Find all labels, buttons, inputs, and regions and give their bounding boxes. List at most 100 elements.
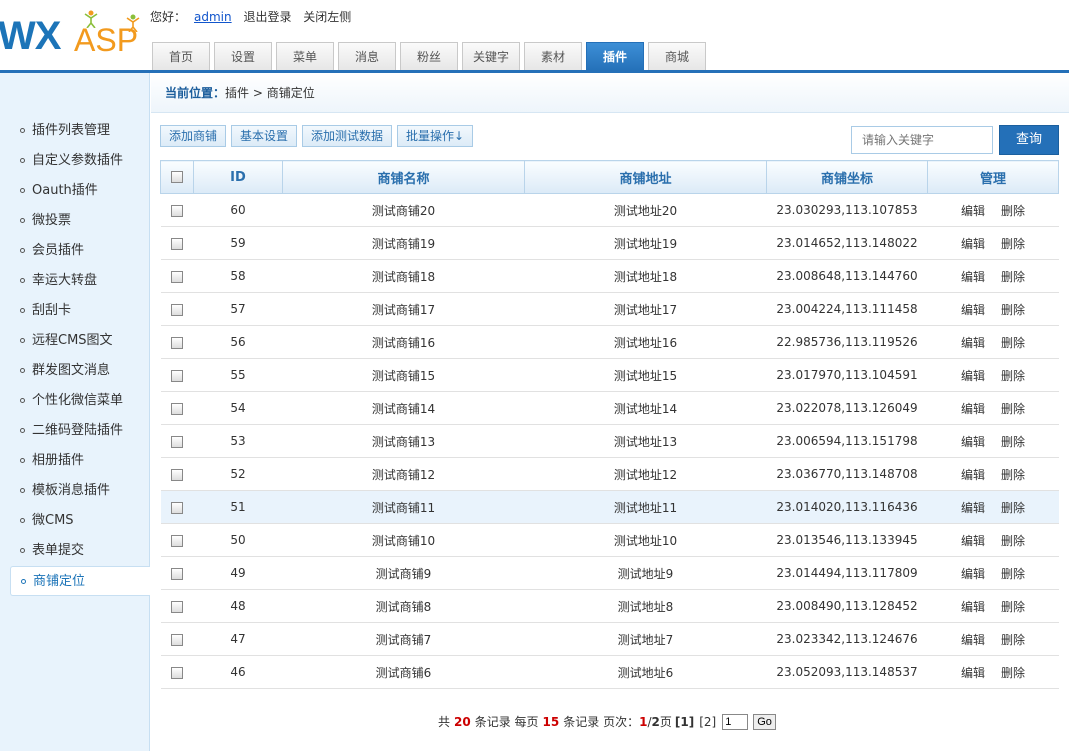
nav-tab[interactable]: 消息 <box>338 42 396 71</box>
edit-link[interactable]: 编辑 <box>961 633 985 647</box>
delete-link[interactable]: 删除 <box>1001 501 1025 515</box>
sidebar-item[interactable]: Oauth插件 <box>0 176 149 206</box>
search-button[interactable]: 查询 <box>999 125 1059 155</box>
nav-tab[interactable]: 关键字 <box>462 42 520 71</box>
row-checkbox[interactable] <box>171 633 183 646</box>
delete-link[interactable]: 删除 <box>1001 204 1025 218</box>
sidebar-item[interactable]: 表单提交 <box>0 536 149 566</box>
table-row: 48 测试商铺8 测试地址8 23.008490,113.128452 编辑 删除 <box>160 589 1059 623</box>
edit-link[interactable]: 编辑 <box>961 666 985 680</box>
delete-link[interactable]: 删除 <box>1001 402 1025 416</box>
delete-link[interactable]: 删除 <box>1001 600 1025 614</box>
delete-link[interactable]: 删除 <box>1001 567 1025 581</box>
nav-tab[interactable]: 设置 <box>214 42 272 71</box>
close-left-link[interactable]: 关闭左侧 <box>303 10 351 24</box>
delete-link[interactable]: 删除 <box>1001 633 1025 647</box>
delete-link[interactable]: 删除 <box>1001 336 1025 350</box>
sidebar-item[interactable]: 群发图文消息 <box>0 356 149 386</box>
cell-address: 测试地址18 <box>524 259 767 293</box>
edit-link[interactable]: 编辑 <box>961 534 985 548</box>
sidebar-item[interactable]: 二维码登陆插件 <box>0 416 149 446</box>
table-row: 56 测试商铺16 测试地址16 22.985736,113.119526 编辑 删除 <box>160 325 1059 359</box>
delete-link[interactable]: 删除 <box>1001 270 1025 284</box>
row-checkbox[interactable] <box>171 270 183 283</box>
edit-link[interactable]: 编辑 <box>961 600 985 614</box>
cell-manage: 编辑 删除 <box>927 622 1059 656</box>
sidebar-item[interactable]: 商铺定位 <box>10 566 150 596</box>
delete-link[interactable]: 删除 <box>1001 435 1025 449</box>
delete-link[interactable]: 删除 <box>1001 303 1025 317</box>
edit-link[interactable]: 编辑 <box>961 468 985 482</box>
row-checkbox[interactable] <box>171 336 183 349</box>
add-shop-button[interactable]: 添加商铺 <box>160 125 227 147</box>
table-row: 49 测试商铺9 测试地址9 23.014494,113.117809 编辑 删除 <box>160 556 1059 590</box>
row-checkbox[interactable] <box>171 501 183 514</box>
sidebar-item[interactable]: 微投票 <box>0 206 149 236</box>
delete-link[interactable]: 删除 <box>1001 534 1025 548</box>
basic-settings-button[interactable]: 基本设置 <box>231 125 298 147</box>
edit-link[interactable]: 编辑 <box>961 237 985 251</box>
sidebar-item-label: 刮刮卡 <box>32 303 72 318</box>
delete-link[interactable]: 删除 <box>1001 237 1025 251</box>
select-all-checkbox[interactable] <box>171 171 183 183</box>
row-checkbox[interactable] <box>171 600 183 613</box>
delete-link[interactable]: 删除 <box>1001 369 1025 383</box>
edit-link[interactable]: 编辑 <box>961 501 985 515</box>
user-link[interactable]: admin <box>194 10 232 24</box>
batch-actions-button[interactable]: 批量操作↓ <box>397 125 474 147</box>
sidebar-item-label: 表单提交 <box>32 543 85 558</box>
row-checkbox[interactable] <box>171 204 183 217</box>
sidebar-item-label: 商铺定位 <box>33 574 86 589</box>
sidebar: 插件列表管理 自定义参数插件 Oauth插件 微投票 会员插件 幸运大转盘刮刮卡远程CMS… <box>0 73 150 751</box>
add-test-data-button[interactable]: 添加测试数据 <box>302 125 393 147</box>
page-link-2[interactable]: [2] <box>699 715 716 729</box>
search-input[interactable] <box>851 126 993 154</box>
edit-link[interactable]: 编辑 <box>961 270 985 284</box>
sidebar-item[interactable]: 个性化微信菜单 <box>0 386 149 416</box>
bullet-icon <box>21 579 26 584</box>
sidebar-item[interactable]: 幸运大转盘 <box>0 266 149 296</box>
sidebar-item[interactable]: 相册插件 <box>0 446 149 476</box>
row-checkbox[interactable] <box>171 237 183 250</box>
sidebar-item[interactable]: 微CMS <box>0 506 149 536</box>
row-checkbox[interactable] <box>171 303 183 316</box>
nav-tab[interactable]: 插件 <box>586 42 644 71</box>
nav-tab[interactable]: 首页 <box>152 42 210 71</box>
bullet-icon <box>20 368 25 373</box>
row-checkbox[interactable] <box>171 567 183 580</box>
sidebar-item[interactable]: 自定义参数插件 <box>0 146 149 176</box>
cell-name: 测试商铺9 <box>282 556 525 590</box>
cell-id: 57 <box>193 292 283 326</box>
nav-tab[interactable]: 商城 <box>648 42 706 71</box>
row-select-cell <box>160 523 194 557</box>
row-checkbox[interactable] <box>171 435 183 448</box>
sidebar-item[interactable]: 插件列表管理 <box>0 116 149 146</box>
edit-link[interactable]: 编辑 <box>961 369 985 383</box>
sidebar-item[interactable]: 远程CMS图文 <box>0 326 149 356</box>
records-per-page: 15 <box>542 714 560 729</box>
edit-link[interactable]: 编辑 <box>961 336 985 350</box>
row-checkbox[interactable] <box>171 369 183 382</box>
go-button[interactable]: Go <box>753 713 776 730</box>
row-checkbox[interactable] <box>171 666 183 679</box>
edit-link[interactable]: 编辑 <box>961 567 985 581</box>
row-checkbox[interactable] <box>171 402 183 415</box>
row-checkbox[interactable] <box>171 534 183 547</box>
edit-link[interactable]: 编辑 <box>961 435 985 449</box>
row-checkbox[interactable] <box>171 468 183 481</box>
page-link-1[interactable]: [1] <box>675 715 694 729</box>
sidebar-item[interactable]: 模板消息插件 <box>0 476 149 506</box>
logout-link[interactable]: 退出登录 <box>243 10 291 24</box>
nav-tab[interactable]: 素材 <box>524 42 582 71</box>
delete-link[interactable]: 删除 <box>1001 666 1025 680</box>
delete-link[interactable]: 删除 <box>1001 468 1025 482</box>
page-jump-input[interactable] <box>722 713 749 730</box>
edit-link[interactable]: 编辑 <box>961 402 985 416</box>
nav-tab[interactable]: 菜单 <box>276 42 334 71</box>
sidebar-item[interactable]: 刮刮卡 <box>0 296 149 326</box>
sidebar-item[interactable]: 会员插件 <box>0 236 149 266</box>
edit-link[interactable]: 编辑 <box>961 204 985 218</box>
edit-link[interactable]: 编辑 <box>961 303 985 317</box>
row-select-cell <box>160 457 194 491</box>
nav-tab[interactable]: 粉丝 <box>400 42 458 71</box>
